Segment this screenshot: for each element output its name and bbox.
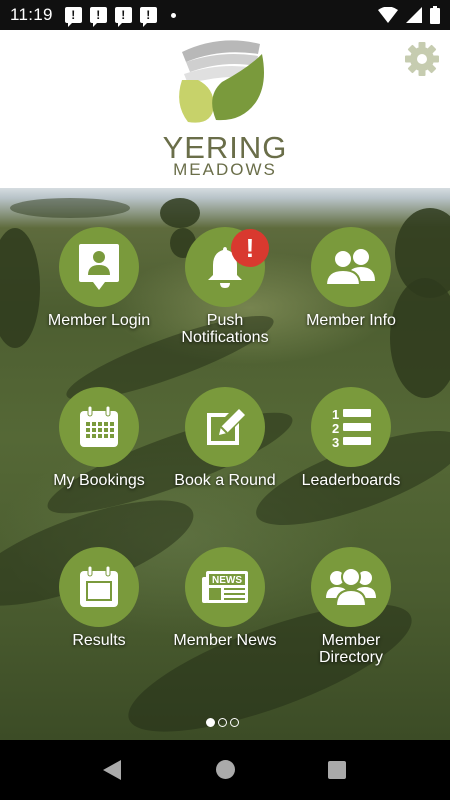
more-notifications-dot-icon xyxy=(170,12,176,18)
signal-icon xyxy=(406,7,422,23)
tile-label: Member Info xyxy=(306,312,396,329)
status-time: 11:19 xyxy=(10,5,53,24)
notification-icon: ! xyxy=(64,7,82,27)
tile-label: Leaderboards xyxy=(301,472,401,489)
tile-member-news-circle: NEWS xyxy=(185,547,265,627)
page-indicator xyxy=(206,718,239,727)
notification-icon: ! xyxy=(89,7,107,27)
page-dot[interactable] xyxy=(218,718,227,727)
tile-leaderboards-circle: 1 2 3 xyxy=(311,387,391,467)
tile-my-bookings-circle xyxy=(59,387,139,467)
page-dot-active[interactable] xyxy=(206,718,215,727)
tile-member-directory[interactable]: Member Directory xyxy=(276,547,426,666)
news-icon: NEWS xyxy=(202,571,248,603)
notification-icon: ! xyxy=(114,7,132,27)
logo-leaf-icon xyxy=(179,40,264,123)
tile-push-notifications-circle: ! xyxy=(185,227,269,307)
edit-icon xyxy=(207,409,245,445)
yering-meadows-logo: YERING MEADOWS xyxy=(160,34,290,184)
gear-icon xyxy=(405,42,439,76)
system-navigation-bar xyxy=(0,740,450,800)
status-bar: 11:19 ! ! ! ! xyxy=(0,0,450,30)
numbered-list-icon: 1 2 3 xyxy=(332,407,371,449)
calendar-grid-icon xyxy=(80,405,118,447)
recent-apps-button[interactable] xyxy=(328,761,346,779)
page-dot[interactable] xyxy=(230,718,239,727)
tile-member-info-circle xyxy=(311,227,391,307)
svg-text:2: 2 xyxy=(332,421,339,436)
notification-badge: ! xyxy=(231,229,269,267)
notification-icons: ! ! ! ! xyxy=(64,7,176,27)
battery-icon xyxy=(430,6,440,24)
home-button[interactable] xyxy=(216,760,235,779)
tile-book-a-round-circle xyxy=(185,387,265,467)
tile-member-login-circle xyxy=(59,227,139,307)
status-right-icons xyxy=(378,6,440,24)
news-icon-text: NEWS xyxy=(212,575,242,586)
logo-subtitle: MEADOWS xyxy=(173,160,277,179)
svg-text:1: 1 xyxy=(332,407,339,422)
tile-member-directory-circle xyxy=(311,547,391,627)
app-header: YERING MEADOWS xyxy=(0,30,450,188)
tile-leaderboards[interactable]: 1 2 3 Leaderboards xyxy=(276,387,426,489)
calendar-icon xyxy=(80,565,118,607)
svg-text:3: 3 xyxy=(332,435,339,449)
tile-results-circle xyxy=(59,547,139,627)
member-login-icon xyxy=(79,244,119,290)
wifi-icon xyxy=(378,7,398,23)
settings-button[interactable] xyxy=(403,40,441,78)
back-button[interactable] xyxy=(102,759,122,781)
group-icon xyxy=(326,567,376,607)
tile-member-info[interactable]: Member Info xyxy=(276,227,426,329)
notification-icon: ! xyxy=(139,7,157,27)
tile-label: Member Directory xyxy=(318,632,383,666)
member-info-icon xyxy=(324,249,375,286)
